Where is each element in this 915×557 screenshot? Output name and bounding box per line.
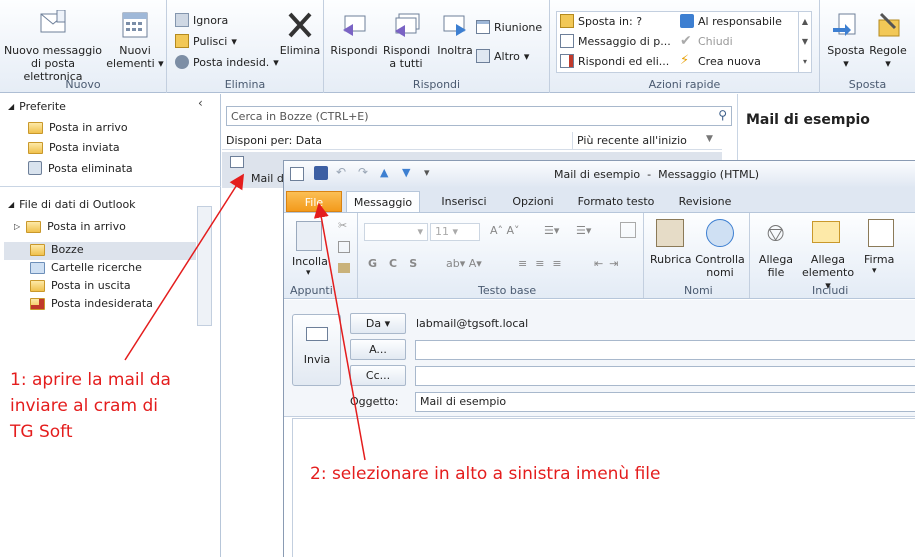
arrow-step2 [313,202,366,461]
annotation-step2: 2: selezionare in alto a sinistra imenù … [310,464,661,484]
annotation-step1: 1: aprire la mail da inviare al cram di … [10,370,171,442]
arrow-step1 [124,173,245,361]
